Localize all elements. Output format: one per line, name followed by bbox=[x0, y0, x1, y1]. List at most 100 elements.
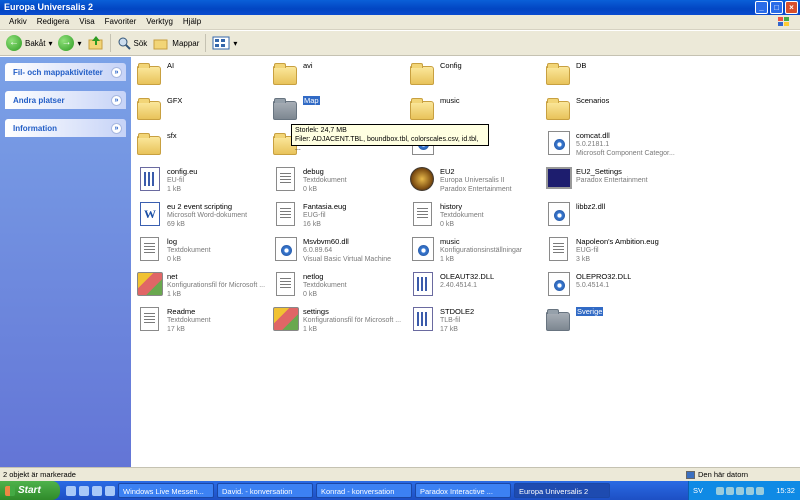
file-item[interactable]: OLEAUT32.DLL 2.40.4514.1 bbox=[410, 272, 540, 306]
file-item[interactable]: debug Textdokument 0 kB bbox=[273, 167, 403, 201]
chevron-down-icon[interactable]: ▾ bbox=[77, 39, 81, 48]
file-detail: 16 kB bbox=[303, 221, 321, 228]
quick-launch-app-icon[interactable] bbox=[105, 485, 115, 496]
file-item[interactable]: Readme Textdokument 17 kB bbox=[137, 307, 267, 341]
panel-title: Fil- och mappaktiviteter bbox=[13, 67, 103, 77]
file-item[interactable]: config.eu EU-fil 1 kB bbox=[137, 167, 267, 201]
file-item[interactable]: Weu 2 event scripting Microsoft Word-doku… bbox=[137, 202, 267, 236]
file-name: AI bbox=[167, 61, 175, 70]
file-item[interactable]: Fantasia.eug EUG-fil 16 kB bbox=[273, 202, 403, 236]
eu-file-icon bbox=[137, 167, 163, 193]
file-name: EU2_Settings bbox=[576, 167, 622, 176]
minimize-button[interactable]: _ bbox=[755, 1, 768, 14]
collapse-chevron-icon[interactable]: » bbox=[111, 122, 122, 134]
back-button[interactable]: ← Bakåt ▾ bbox=[6, 35, 52, 51]
tray-icon[interactable] bbox=[715, 486, 724, 495]
file-item[interactable]: comcat.dll 5.0.2181.1 Microsoft Component … bbox=[546, 131, 676, 165]
file-text: Sverige bbox=[576, 307, 604, 316]
file-detail: Textdokument bbox=[167, 317, 211, 324]
file-item[interactable]: DB bbox=[546, 61, 676, 95]
window-title: Europa Universalis 2 bbox=[4, 2, 94, 12]
file-item[interactable]: Msvbvm60.dll 6.0.89.64 Visual Basic Virtua… bbox=[273, 237, 403, 271]
chevron-down-icon[interactable]: ▾ bbox=[48, 39, 52, 48]
menu-visa[interactable]: Visa bbox=[74, 15, 99, 29]
tray-icon[interactable] bbox=[735, 486, 744, 495]
text-doc-icon bbox=[273, 167, 299, 193]
menu-hjalp[interactable]: Hjälp bbox=[178, 15, 206, 29]
panel-other-places[interactable]: Andra platser » bbox=[5, 91, 126, 109]
folder-icon bbox=[546, 307, 572, 333]
file-item[interactable]: settings Konfigurationsfil för Microsoft … bbox=[273, 307, 403, 341]
quick-launch-media-icon[interactable] bbox=[92, 485, 102, 496]
file-name: Config bbox=[440, 61, 462, 70]
panel-file-folder-tasks[interactable]: Fil- och mappaktiviteter » bbox=[5, 63, 126, 81]
menu-favoriter[interactable]: Favoriter bbox=[100, 15, 142, 29]
file-name: music bbox=[440, 237, 460, 246]
tlb-icon bbox=[410, 272, 436, 298]
start-label: Start bbox=[18, 485, 41, 496]
file-item[interactable]: libbz2.dll bbox=[546, 202, 676, 236]
file-text: debug Textdokument 0 kB bbox=[303, 167, 347, 194]
quick-launch-ie-icon[interactable] bbox=[66, 485, 76, 496]
language-indicator[interactable]: SV bbox=[693, 486, 703, 495]
file-item[interactable]: EU2_Settings Paradox Entertainment bbox=[546, 167, 676, 201]
window-titlebar[interactable]: Europa Universalis 2 _ □ × bbox=[0, 0, 800, 15]
views-button[interactable]: ▾ bbox=[212, 36, 237, 50]
folders-button[interactable]: Mappar bbox=[153, 36, 199, 50]
file-item[interactable]: log Textdokument 0 kB bbox=[137, 237, 267, 271]
chevron-down-icon[interactable]: ▾ bbox=[233, 39, 237, 48]
file-item[interactable]: avi bbox=[273, 61, 403, 95]
file-name: net bbox=[167, 272, 178, 281]
panel-title: Information bbox=[13, 123, 57, 133]
up-folder-icon bbox=[88, 36, 102, 50]
file-name: log bbox=[167, 237, 178, 246]
panel-information[interactable]: Information » bbox=[5, 119, 126, 137]
tray-icon[interactable] bbox=[745, 486, 754, 495]
file-item[interactable]: EU2 Europa Universalis II Paradox Entertai… bbox=[410, 167, 540, 201]
file-item[interactable]: GFX bbox=[137, 96, 267, 130]
file-name: libbz2.dll bbox=[576, 202, 606, 211]
file-item[interactable]: AI bbox=[137, 61, 267, 95]
folder-icon bbox=[273, 96, 299, 122]
file-name: config.eu bbox=[167, 167, 198, 176]
file-name: music bbox=[440, 96, 460, 105]
task-messenger[interactable]: Windows Live Messen... bbox=[118, 483, 214, 498]
file-item[interactable]: Sverige bbox=[546, 307, 676, 341]
file-item[interactable]: netlog Textdokument 0 kB bbox=[273, 272, 403, 306]
menu-arkiv[interactable]: Arkiv bbox=[4, 15, 32, 29]
task-konrad[interactable]: Konrad - konversation bbox=[316, 483, 412, 498]
menu-redigera[interactable]: Redigera bbox=[32, 15, 74, 29]
task-paradox[interactable]: Paradox Interactive ... bbox=[415, 483, 511, 498]
forward-button[interactable]: → ▾ bbox=[58, 35, 82, 51]
close-button[interactable]: × bbox=[785, 1, 798, 14]
collapse-chevron-icon[interactable]: » bbox=[111, 94, 122, 106]
file-text: Map bbox=[303, 96, 320, 105]
file-text: libbz2.dll bbox=[576, 202, 605, 211]
search-button[interactable]: Sök bbox=[117, 36, 147, 50]
file-item[interactable]: music Konfigurationsinställningar 1 kB bbox=[410, 237, 540, 271]
file-item[interactable]: sfx bbox=[137, 131, 267, 165]
file-item[interactable]: Config bbox=[410, 61, 540, 95]
file-text: music bbox=[440, 96, 460, 105]
task-david[interactable]: David. - konversation bbox=[217, 483, 313, 498]
file-name: Napoleon's Ambition.eug bbox=[576, 237, 659, 246]
file-item[interactable]: STDOLE2 TLB-fil 17 kB bbox=[410, 307, 540, 341]
file-text: Scenarios bbox=[576, 96, 609, 105]
start-button[interactable]: Start bbox=[0, 481, 60, 500]
file-item[interactable]: Napoleon's Ambition.eug EUG-fil 3 kB bbox=[546, 237, 676, 271]
task-europa[interactable]: Europa Universalis 2 bbox=[514, 483, 610, 498]
maximize-button[interactable]: □ bbox=[770, 1, 783, 14]
tray-icon[interactable] bbox=[755, 486, 764, 495]
tray-icon[interactable] bbox=[725, 486, 734, 495]
file-text: sfx bbox=[167, 131, 177, 140]
file-detail: TLB-fil bbox=[440, 317, 461, 324]
file-detail: 17 kB bbox=[440, 326, 458, 333]
file-item[interactable]: Scenarios bbox=[546, 96, 676, 130]
menu-verktyg[interactable]: Verktyg bbox=[141, 15, 178, 29]
collapse-chevron-icon[interactable]: » bbox=[111, 66, 122, 78]
file-item[interactable]: net Konfigurationsfil för Microsoft ... 1 … bbox=[137, 272, 267, 306]
quick-launch-desktop-icon[interactable] bbox=[79, 485, 89, 496]
up-folder-button[interactable] bbox=[88, 35, 104, 51]
file-item[interactable]: OLEPRO32.DLL 5.0.4514.1 bbox=[546, 272, 676, 306]
file-item[interactable]: history Textdokument 0 kB bbox=[410, 202, 540, 236]
